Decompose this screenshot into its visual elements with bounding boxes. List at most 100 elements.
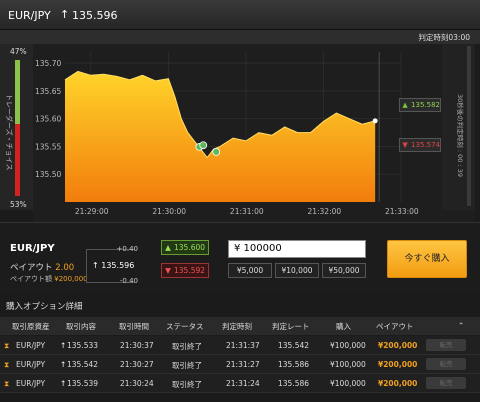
y-tick-label: 135.55 — [35, 142, 61, 151]
cell-status: 取引終了 — [172, 361, 202, 370]
chart-low-button[interactable]: ▼ 135.574 — [399, 138, 441, 152]
price-chart[interactable]: 135.70 135.65 135.60 135.55 135.50 21:29:00 21… — [33, 44, 475, 222]
payout-value: 2.00 — [55, 263, 75, 273]
strike-plus[interactable]: +0.40 — [117, 245, 138, 253]
expiry-bar: 判定時刻03:00 — [0, 30, 480, 44]
chart-svg: 135.70 135.65 135.60 135.55 135.50 21:29:00 21… — [35, 52, 419, 216]
table-row: ⧗ EUR/JPY ↑ 135.533 21:30:37 取引終了 21:31:37 135… — [0, 336, 480, 355]
low-arrow-icon: ▼ — [165, 266, 171, 275]
cell-content: 135.539 — [67, 379, 99, 388]
y-tick-label: 135.70 — [35, 59, 61, 68]
up-arrow-icon: ↑ — [60, 341, 67, 350]
cell-payout: ¥200,000 — [378, 341, 418, 350]
asset-pair: EUR/JPY — [8, 9, 51, 22]
resell-button[interactable]: 転売 — [426, 339, 466, 351]
trade-marker-icon — [199, 141, 208, 150]
column-asset: 取引原資産 — [12, 322, 50, 331]
cell-time: 21:30:24 — [120, 379, 154, 388]
current-rate: 135.596 — [72, 9, 118, 22]
cell-payout: ¥200,000 — [378, 360, 418, 369]
high-option-price: 135.600 — [174, 243, 206, 252]
up-arrow-icon: ↑ — [60, 8, 70, 21]
payout-amount: ペイアウト額 ¥200,000 — [10, 274, 88, 284]
cell-amount: ¥100,000 — [330, 341, 366, 350]
expiry-label: 判定時刻03:00 — [418, 33, 470, 42]
cell-expiry: 21:31:24 — [226, 379, 260, 388]
cell-expiry: 21:31:37 — [226, 341, 260, 350]
hourglass-icon: ⧗ — [4, 379, 10, 388]
sentiment-label: トレーダーズ・チョイス — [5, 94, 13, 171]
chart-high-price: 135.582 — [411, 101, 440, 109]
x-tick-label: 21:33:00 — [385, 207, 419, 216]
details-title-bar: 購入オプション詳細 — [0, 296, 480, 316]
chart-scrollbar[interactable] — [467, 46, 471, 206]
chart-high-button[interactable]: ▲ 135.582 — [399, 98, 441, 112]
resell-button[interactable]: 転売 — [426, 377, 466, 389]
cell-rate: 135.586 — [278, 379, 310, 388]
y-tick-label: 135.50 — [35, 170, 61, 179]
up-arrow-icon: ↑ — [60, 379, 67, 388]
table-row: ⧗ EUR/JPY ↑ 135.542 21:30:27 取引終了 21:31:27 135… — [0, 355, 480, 374]
column-payout: ペイアウト — [376, 322, 414, 331]
high-option-button[interactable]: ▲ 135.600 — [161, 240, 209, 255]
column-status: ステータス — [166, 322, 204, 331]
chart-timer-label: 30秒後の判定時刻 : 00 : 39 — [456, 94, 464, 177]
chart-side-panel: 30秒後の判定時刻 : 00 : 39 — [442, 44, 475, 210]
column-expiry: 判定時刻 — [222, 322, 252, 331]
y-tick-label: 135.60 — [35, 115, 61, 124]
low-option-price: 135.592 — [174, 266, 206, 275]
strike-minus[interactable]: -0.40 — [120, 277, 138, 285]
strike-value-text: 135.596 — [101, 261, 135, 270]
payout-label: ペイアウト — [10, 263, 53, 273]
amount-input[interactable]: ¥ 100000 — [228, 240, 366, 258]
trade-pair: EUR/JPY — [10, 243, 55, 254]
high-arrow-icon: ▲ — [402, 101, 408, 109]
payout-amount-label: ペイアウト額 — [10, 275, 52, 283]
cell-content: 135.533 — [67, 341, 99, 350]
x-tick-label: 21:32:00 — [307, 207, 341, 216]
low-option-button[interactable]: ▼ 135.592 — [161, 263, 209, 278]
cell-time: 21:30:27 — [120, 360, 154, 369]
hourglass-icon: ⧗ — [4, 360, 10, 369]
up-arrow-icon: ↑ — [60, 360, 67, 369]
collapse-icon[interactable]: ⌃ — [458, 321, 464, 330]
cell-asset: EUR/JPY — [16, 341, 46, 350]
cell-amount: ¥100,000 — [330, 360, 366, 369]
column-rate: 判定レート — [272, 322, 310, 331]
cell-status: 取引終了 — [172, 380, 202, 389]
trading-app: EUR/JPY ↑ 135.596 判定時刻03:00 47% トレーダーズ・チ… — [0, 0, 480, 402]
details-table-header: 取引原資産 取引内容 取引時間 ステータス 判定時刻 判定レート 購入 ペイアウ… — [0, 317, 480, 335]
column-amount: 購入 — [336, 322, 351, 331]
x-tick-label: 21:29:00 — [75, 207, 109, 216]
strike-selector: +0.40 ↑ 135.596 -0.40 — [86, 245, 156, 287]
details-title: 購入オプション詳細 — [6, 302, 83, 312]
hourglass-icon: ⧗ — [4, 341, 10, 350]
quick-amount-50000[interactable]: ¥50,000 — [322, 263, 366, 278]
resell-button[interactable]: 転売 — [426, 358, 466, 370]
cell-payout: ¥200,000 — [378, 379, 418, 388]
sentiment-high-pct: 47% — [10, 47, 27, 56]
cell-rate: 135.586 — [278, 360, 310, 369]
buy-now-button[interactable]: 今すぐ購入 — [387, 240, 467, 278]
quick-amount-5000[interactable]: ¥5,000 — [228, 263, 272, 278]
sentiment-high-bar — [15, 60, 20, 124]
cell-asset: EUR/JPY — [16, 379, 46, 388]
cell-time: 21:30:37 — [120, 341, 154, 350]
quick-amount-10000[interactable]: ¥10,000 — [275, 263, 319, 278]
low-arrow-icon: ▼ — [402, 141, 408, 149]
cell-asset: EUR/JPY — [16, 360, 46, 369]
column-content: 取引内容 — [66, 322, 96, 331]
cell-expiry: 21:31:27 — [226, 360, 260, 369]
high-arrow-icon: ▲ — [165, 243, 171, 252]
table-row: ⧗ EUR/JPY ↑ 135.539 21:30:24 取引終了 21:31:24 135… — [0, 374, 480, 393]
y-tick-label: 135.65 — [35, 87, 61, 96]
cell-content: 135.542 — [67, 360, 99, 369]
sentiment-low-pct: 53% — [10, 200, 27, 209]
x-tick-label: 21:31:00 — [230, 207, 264, 216]
sentiment-panel: 47% トレーダーズ・チョイス 53% — [0, 44, 33, 210]
chart-low-price: 135.574 — [411, 141, 440, 149]
current-price-dot — [372, 118, 378, 124]
payout-amount-value: ¥200,000 — [54, 275, 88, 283]
column-time: 取引時間 — [119, 322, 149, 331]
cell-amount: ¥100,000 — [330, 379, 366, 388]
